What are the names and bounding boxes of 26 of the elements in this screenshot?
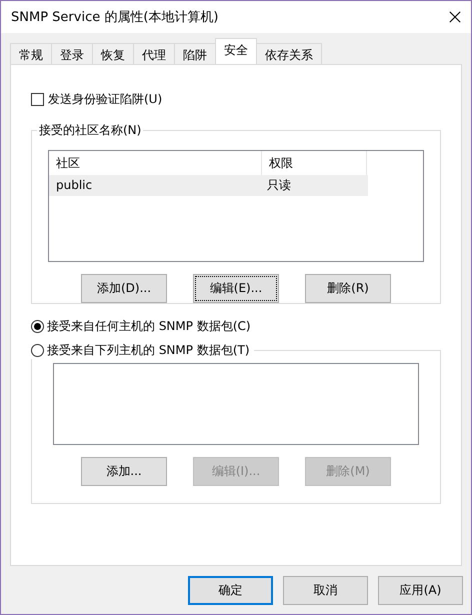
button[interactable]: 编辑(E)... [193,274,279,303]
radio-button[interactable] [31,320,44,333]
button[interactable]: 添加(D)... [81,274,167,303]
tab[interactable]: 依存关系 [256,43,322,64]
tab[interactable]: 陷阱 [174,43,216,64]
button[interactable]: 确定 [188,576,273,605]
checkbox[interactable] [31,93,44,106]
button[interactable]: 取消 [283,576,368,605]
close-icon[interactable] [449,11,461,23]
group-title: 接受的社区名称(N) [37,121,144,139]
list-cell-text: public [55,177,94,194]
list-row[interactable]: public 只读 [49,175,368,196]
radio-button[interactable] [31,344,44,356]
button[interactable]: 应用(A) [378,576,463,605]
tab[interactable]: 恢复 [92,43,134,64]
radio-label: 接受来自任何主机的 SNMP 数据包(C) [47,318,251,335]
tab[interactable]: 安全 [215,38,257,64]
tab[interactable]: 代理 [133,43,175,64]
tab[interactable]: 常规 [10,43,52,64]
radio-label: 接受来自下列主机的 SNMP 数据包(T) [47,342,250,358]
window-title: SNMP Service 的属性(本地计算机) [11,9,218,26]
list-cell-text: 只读 [266,177,292,194]
button[interactable]: 添加... [81,457,167,486]
button[interactable]: 删除(R) [305,274,391,303]
checkbox-label: 发送身份验证陷阱(U) [48,91,162,108]
host-list[interactable] [53,363,419,445]
